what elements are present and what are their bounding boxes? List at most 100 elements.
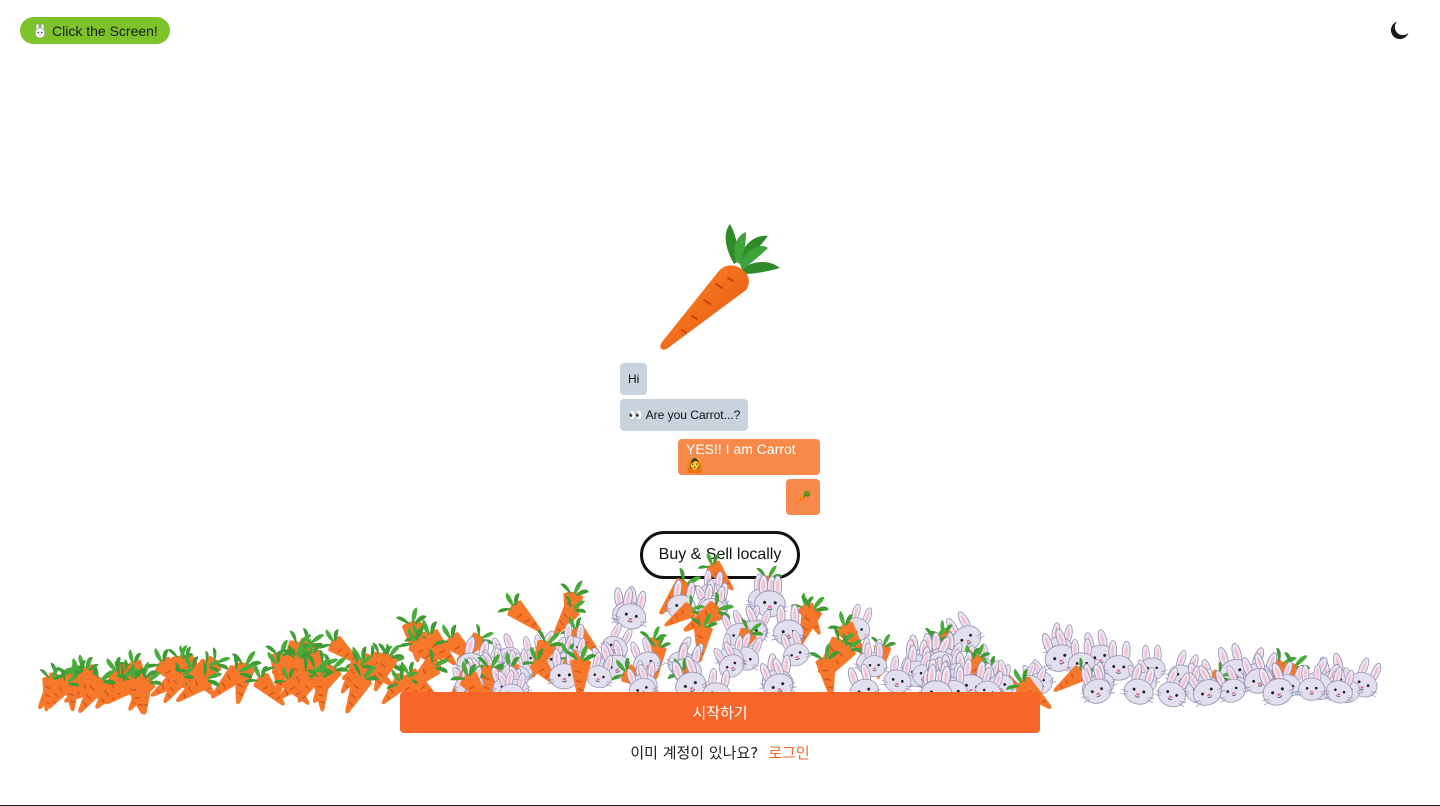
pile-carrot-icon xyxy=(340,652,373,694)
pile-bunny-icon xyxy=(1187,659,1223,702)
pile-bunny-icon xyxy=(600,639,634,680)
pile-carrot-icon xyxy=(167,645,194,692)
pile-carrot-icon xyxy=(928,619,958,664)
pile-bunny-icon xyxy=(781,629,813,667)
pile-bunny-icon xyxy=(1319,652,1355,696)
login-link[interactable]: 로그인 xyxy=(768,742,809,763)
pile-carrot-icon xyxy=(298,649,339,690)
pile-carrot-icon xyxy=(280,630,314,678)
pile-bunny-icon xyxy=(938,652,975,696)
pile-carrot-icon xyxy=(265,639,296,694)
pile-carrot-icon xyxy=(210,655,254,699)
pile-carrot-icon xyxy=(552,595,586,638)
pile-bunny-icon xyxy=(853,637,886,676)
pile-bunny-icon xyxy=(556,622,588,660)
pile-bunny-icon xyxy=(555,635,587,673)
pile-carrot-icon xyxy=(262,650,308,686)
pile-bunny-icon xyxy=(470,651,508,694)
login-row: 이미 계정이 있나요? 로그인 xyxy=(0,740,1440,764)
pile-bunny-icon xyxy=(1296,664,1327,701)
pile-carrot-icon xyxy=(48,669,80,709)
pile-carrot-icon xyxy=(1194,661,1235,695)
pile-bunny-icon xyxy=(668,642,703,684)
pile-carrot-icon xyxy=(530,630,563,679)
bunny-face-icon xyxy=(34,22,46,38)
pile-bunny-icon xyxy=(591,641,627,680)
pile-bunny-icon xyxy=(1101,640,1136,681)
pile-bunny-icon xyxy=(1080,661,1114,702)
pile-bunny-icon xyxy=(925,631,961,674)
pile-carrot-icon xyxy=(520,646,561,688)
pile-bunny-icon xyxy=(1042,628,1080,672)
pile-bunny-icon xyxy=(695,579,732,619)
pile-carrot-icon xyxy=(395,607,427,663)
pile-carrot-icon xyxy=(399,627,442,668)
pile-carrot-icon xyxy=(101,656,150,694)
pile-carrot-icon xyxy=(664,594,705,627)
pile-bunny-icon xyxy=(714,633,746,671)
pile-carrot-icon xyxy=(170,645,207,682)
pile-carrot-icon xyxy=(373,643,405,692)
pile-carrot-icon xyxy=(1253,647,1297,692)
pile-bunny-icon xyxy=(1120,663,1155,705)
pile-bunny-icon xyxy=(480,647,512,684)
pile-carrot-icon xyxy=(645,634,672,680)
pile-carrot-icon xyxy=(790,592,821,635)
pile-carrot-icon xyxy=(56,661,85,712)
pile-bunny-icon xyxy=(610,585,645,628)
pile-bunny-icon xyxy=(965,643,997,681)
pile-bunny-icon xyxy=(1323,666,1354,704)
start-button[interactable]: 시작하기 xyxy=(400,692,1040,733)
chat-bubble-sent: 🥕 xyxy=(786,479,820,515)
pile-bunny-icon xyxy=(713,641,748,679)
pile-carrot-icon xyxy=(1275,652,1311,702)
pile-bunny-icon xyxy=(759,653,796,697)
pile-bunny-icon xyxy=(881,655,913,694)
tagline-badge: Buy & Sell locally xyxy=(640,531,800,579)
pile-bunny-icon xyxy=(771,604,806,646)
pile-bunny-icon xyxy=(899,645,935,688)
pile-bunny-icon xyxy=(695,584,728,623)
pile-bunny-icon xyxy=(1345,657,1382,698)
pile-bunny-icon xyxy=(1186,665,1226,707)
pile-carrot-icon xyxy=(64,667,110,703)
pile-bunny-icon xyxy=(1164,650,1199,690)
pile-bunny-icon xyxy=(722,609,755,647)
pile-carrot-icon xyxy=(690,613,718,663)
pile-carrot-icon xyxy=(341,644,388,680)
pile-carrot-icon xyxy=(1053,657,1096,692)
click-screen-pill[interactable]: Click the Screen! xyxy=(20,17,170,44)
pile-bunny-icon xyxy=(1154,667,1190,708)
pile-carrot-icon xyxy=(964,644,991,691)
pile-carrot-icon xyxy=(39,666,65,712)
pile-carrot-icon xyxy=(105,665,150,705)
pile-carrot-icon xyxy=(285,646,314,692)
pile-bunny-icon xyxy=(477,643,513,682)
app-screen[interactable]: Click the Screen! Hi 👀 Are you Carrot...… xyxy=(0,0,1440,806)
pile-carrot-icon xyxy=(364,642,395,686)
pile-carrot-icon xyxy=(798,596,829,647)
pile-bunny-icon xyxy=(1239,647,1278,691)
pile-bunny-icon xyxy=(630,637,665,677)
pile-carrot-icon xyxy=(244,664,285,706)
moon-icon[interactable] xyxy=(1388,18,1412,42)
pile-carrot-icon xyxy=(128,667,162,711)
pile-carrot-icon xyxy=(278,657,324,700)
pile-bunny-icon xyxy=(1182,665,1214,704)
pile-carrot-icon xyxy=(182,650,222,686)
pile-bunny-icon xyxy=(598,622,633,661)
pile-carrot-icon xyxy=(98,664,138,701)
pile-carrot-icon xyxy=(924,627,951,673)
pile-bunny-icon xyxy=(1127,659,1161,696)
pile-bunny-icon xyxy=(860,642,889,678)
pile-bunny-icon xyxy=(521,634,551,670)
pile-bunny-icon xyxy=(503,652,533,688)
pile-carrot-icon xyxy=(560,580,589,632)
pile-carrot-icon xyxy=(312,653,349,703)
pile-carrot-icon xyxy=(560,616,600,655)
pile-bunny-icon xyxy=(1083,629,1119,671)
pile-carrot-icon xyxy=(434,624,481,665)
pile-carrot-icon xyxy=(231,651,262,705)
chat-bubble-sent: YES!! I am Carrot 🙆 xyxy=(678,439,820,475)
pile-carrot-icon xyxy=(497,592,542,632)
